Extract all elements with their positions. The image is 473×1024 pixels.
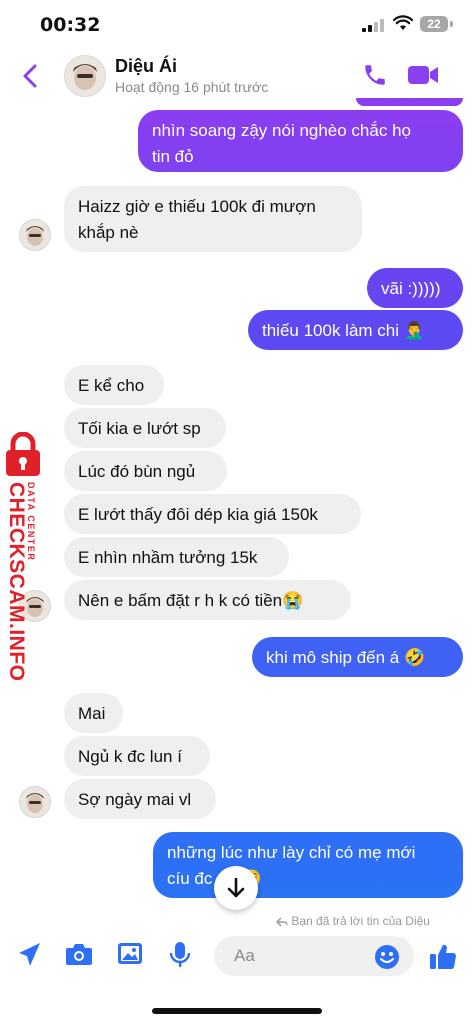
message-input-box[interactable]	[214, 936, 414, 976]
status-time: 00:32	[40, 14, 101, 36]
emoji-icon[interactable]	[374, 944, 400, 970]
battery-tip	[450, 21, 453, 27]
phone-icon[interactable]	[362, 62, 388, 88]
contact-avatar[interactable]	[64, 55, 106, 97]
reply-arrow-icon	[276, 917, 288, 927]
chat-header: Diệu Ái Hoạt động 16 phút trước	[0, 50, 473, 102]
status-bar: 00:32 22	[0, 0, 473, 50]
camera-icon[interactable]	[65, 941, 93, 967]
message-received[interactable]: Tối kia e lướt sp	[64, 408, 226, 448]
location-arrow-icon[interactable]	[16, 941, 42, 969]
back-chevron-icon[interactable]	[22, 64, 38, 88]
contact-mini-avatar	[19, 219, 51, 251]
cellular-signal-icon	[362, 18, 384, 32]
message-sent[interactable]: vãi :)))))	[367, 268, 463, 308]
message-sent[interactable]: những lúc như lày chỉ có mẹ mới cíu đc 😌	[153, 832, 463, 898]
wifi-icon	[393, 15, 413, 30]
arrow-down-icon	[227, 877, 245, 898]
reply-note-text: Bạn đã trả lời tin của Diệu	[291, 914, 430, 928]
message-received[interactable]: Lúc đó bùn ngủ	[64, 451, 227, 491]
scroll-to-bottom-button[interactable]	[214, 866, 258, 910]
watermark-line2: CHECKSCAM.INFO	[5, 482, 28, 682]
contact-name[interactable]: Diệu Ái	[115, 56, 177, 77]
video-camera-icon[interactable]	[407, 63, 439, 87]
message-sent[interactable]: thiếu 100k làm chi 🤦‍♂️	[248, 310, 463, 350]
message-sent[interactable]: nhìn soang zậy nói nghèo chắc họ tin đỏ	[138, 110, 463, 172]
image-icon[interactable]	[117, 941, 143, 967]
message-received[interactable]: E nhìn nhầm tưởng 15k	[64, 537, 289, 577]
message-input[interactable]	[232, 945, 366, 967]
microphone-icon[interactable]	[169, 941, 191, 969]
home-indicator	[152, 1008, 322, 1014]
thumbs-up-icon[interactable]	[428, 942, 458, 972]
checkscam-watermark: DATA CENTER CHECKSCAM.INFO	[4, 431, 52, 682]
message-received[interactable]: E kể cho	[64, 365, 164, 405]
reply-note: Bạn đã trả lời tin của Diệu	[276, 914, 430, 928]
message-received[interactable]: E lướt thấy đôi dép kia giá 150k	[64, 494, 361, 534]
message-received[interactable]: Nên e bấm đặt r h k có tiền😭	[64, 580, 351, 620]
message-received[interactable]: Mai	[64, 693, 123, 733]
message-sent[interactable]: khi mô ship đến á 🤣	[252, 637, 463, 677]
battery-icon: 22	[420, 16, 448, 32]
message-received[interactable]: Ngủ k đc lun í	[64, 736, 210, 776]
message-received[interactable]: Sợ ngày mai vl	[64, 779, 216, 819]
active-status: Hoạt động 16 phút trước	[115, 79, 269, 95]
contact-mini-avatar	[19, 786, 51, 818]
message-received[interactable]: Haizz giờ e thiếu 100k đi mượn khắp nè	[64, 186, 362, 252]
previous-sent-bubble-edge	[356, 98, 463, 106]
